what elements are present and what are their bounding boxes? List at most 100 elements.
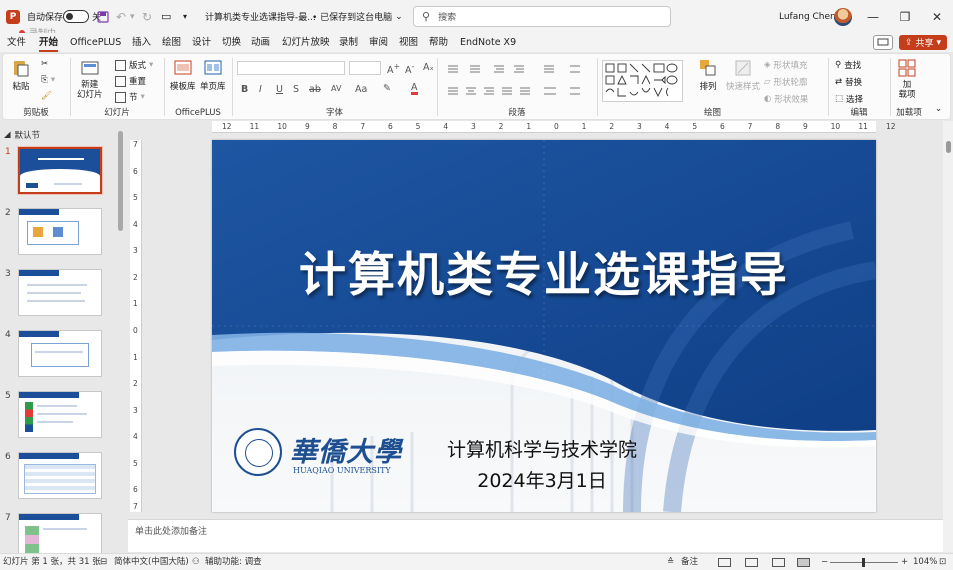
new-slide-button[interactable]: 新建 幻灯片	[77, 58, 103, 100]
notes-pane[interactable]: 单击此处添加备注	[128, 519, 943, 552]
slide-title[interactable]: 计算机类专业选课指导	[212, 236, 876, 305]
strikethrough-icon[interactable]: ab	[309, 84, 321, 95]
change-case-button[interactable]: Aa	[355, 84, 367, 95]
search-box[interactable]: ⚲ 搜索	[413, 6, 671, 27]
tab-design[interactable]: 设计	[192, 33, 211, 52]
accessibility-icon[interactable]: ⚇	[192, 554, 200, 570]
slide-thumbnail-5[interactable]	[18, 391, 102, 438]
undo-icon[interactable]: ↶	[116, 0, 126, 33]
copy-button[interactable]: ⎘ ▾	[41, 75, 55, 85]
slide-thumbnail-1[interactable]	[18, 147, 102, 194]
font-color-button[interactable]: A	[411, 83, 418, 95]
char-spacing-button[interactable]: AV	[331, 84, 341, 93]
share-button[interactable]: ⇪ 共享 ▾	[899, 35, 947, 50]
tab-slideshow[interactable]: 幻灯片放映	[282, 33, 330, 52]
slide-thumbnail-3[interactable]	[18, 269, 102, 316]
tab-draw[interactable]: 绘图	[162, 33, 181, 52]
quick-styles-button[interactable]: 快速样式	[726, 58, 760, 92]
shape-outline-button[interactable]: ▱ 形状轮廓	[764, 76, 808, 88]
tab-view[interactable]: 视图	[399, 33, 418, 52]
shape-gallery[interactable]	[602, 60, 684, 102]
minimize-icon[interactable]: —	[858, 0, 888, 33]
accessibility-status[interactable]: 辅助功能: 调查	[205, 554, 262, 570]
grow-font-icon[interactable]: A+	[387, 62, 400, 76]
replace-button[interactable]: ⇄ 替换	[835, 76, 862, 88]
font-size-combo[interactable]	[349, 61, 381, 75]
language-status[interactable]: 简体中文(中国大陆)	[114, 554, 189, 570]
comments-button[interactable]	[873, 35, 893, 50]
shape-effects-button[interactable]: ◐ 形状效果	[764, 93, 808, 105]
paste-button[interactable]: 粘贴	[11, 58, 31, 92]
slide-sorter-icon[interactable]	[745, 558, 758, 567]
department-name[interactable]: 计算机科学与技术学院	[427, 435, 657, 462]
tab-transitions[interactable]: 切换	[222, 33, 241, 52]
customize-quick-access-icon[interactable]: ▾	[183, 0, 187, 33]
section-button[interactable]: 节 ▾	[115, 91, 145, 103]
zoom-out-icon[interactable]: −	[821, 554, 828, 570]
save-icon[interactable]	[97, 0, 109, 33]
slide-thumbnail-2[interactable]	[18, 208, 102, 255]
redo-icon[interactable]: ↻	[142, 0, 152, 33]
cut-button[interactable]: ✂	[41, 59, 48, 69]
tab-animations[interactable]: 动画	[251, 33, 270, 52]
tab-insert[interactable]: 插入	[132, 33, 151, 52]
scrollbar-thumb[interactable]	[946, 141, 951, 153]
reading-view-icon[interactable]	[772, 558, 785, 567]
arrange-button[interactable]: 排列	[698, 58, 718, 92]
normal-view-icon[interactable]	[718, 558, 731, 567]
undo-dropdown-icon[interactable]: ▾	[130, 0, 135, 33]
select-button[interactable]: ⬚ 选择	[835, 93, 863, 105]
highlight-icon[interactable]: ✎	[383, 83, 391, 94]
user-name[interactable]: Lufang Chen	[779, 0, 836, 33]
shadow-button[interactable]: S	[293, 84, 299, 95]
section-header[interactable]: ◢ 默认节	[4, 129, 40, 141]
tab-file[interactable]: 文件	[7, 33, 26, 52]
reset-button[interactable]: 重置	[115, 75, 146, 87]
find-button[interactable]: ⚲ 查找	[835, 59, 861, 71]
slide-canvas[interactable]: 计算机类专业选课指导 華僑大學 HUAQIAO UNIVERSITY 计算机科学…	[212, 140, 876, 512]
shrink-font-icon[interactable]: A-	[405, 62, 414, 76]
single-page-button[interactable]: 单页库	[200, 58, 226, 92]
bold-button[interactable]: B	[241, 84, 248, 95]
font-family-combo[interactable]	[237, 61, 345, 75]
tab-help[interactable]: 帮助	[429, 33, 448, 52]
layout-button[interactable]: 版式 ▾	[115, 59, 153, 71]
collapse-ribbon-button[interactable]: ⌄	[935, 104, 942, 114]
template-library-button[interactable]: 模板库	[170, 58, 196, 92]
tab-home[interactable]: 开始	[39, 33, 59, 52]
tab-review[interactable]: 审阅	[369, 33, 388, 52]
restore-icon[interactable]: ❐	[890, 0, 920, 33]
fit-slide-icon[interactable]: ⊡	[939, 554, 946, 570]
format-painter-button[interactable]: 🖌	[41, 91, 52, 101]
close-icon[interactable]: ✕	[922, 0, 952, 33]
slideshow-icon[interactable]	[797, 558, 810, 567]
paragraph-controls[interactable]	[444, 60, 592, 100]
notes-placeholder[interactable]: 单击此处添加备注	[135, 524, 207, 537]
italic-button[interactable]: I	[259, 84, 262, 95]
slide-thumbnail-6[interactable]	[18, 452, 102, 499]
presentation-date[interactable]: 2024年3月1日	[427, 466, 657, 493]
notes-icon[interactable]: ≙	[667, 554, 674, 570]
tab-record[interactable]: 录制	[339, 33, 358, 52]
avatar[interactable]	[834, 0, 852, 33]
thumb-line	[43, 528, 87, 530]
thumbnail-scrollbar[interactable]	[118, 131, 123, 231]
underline-button[interactable]: U	[276, 84, 283, 95]
addins-button[interactable]: 加 载项	[897, 58, 917, 100]
slide-number: 4	[5, 330, 11, 340]
autosave-toggle[interactable]: 关	[63, 0, 101, 33]
quick-styles-label: 快速样式	[726, 82, 761, 92]
clear-format-icon[interactable]: Aₓ	[423, 62, 434, 73]
shape-fill-button[interactable]: ◈ 形状填充	[764, 59, 808, 71]
present-icon[interactable]: ▭	[161, 0, 171, 33]
zoom-slider-thumb[interactable]	[862, 558, 865, 567]
editor-scrollbar[interactable]	[943, 121, 953, 552]
spellcheck-icon[interactable]: ⊟	[100, 554, 107, 570]
zoom-in-icon[interactable]: +	[901, 554, 908, 570]
save-status[interactable]: • 已保存到这台电脑 ⌄	[312, 0, 403, 33]
zoom-level[interactable]: 104%	[913, 554, 937, 570]
slide-thumbnail-4[interactable]	[18, 330, 102, 377]
tab-officeplus[interactable]: OfficePLUS	[70, 33, 121, 52]
notes-toggle[interactable]: 备注	[681, 554, 698, 570]
tab-endnote[interactable]: EndNote X9	[460, 33, 516, 52]
